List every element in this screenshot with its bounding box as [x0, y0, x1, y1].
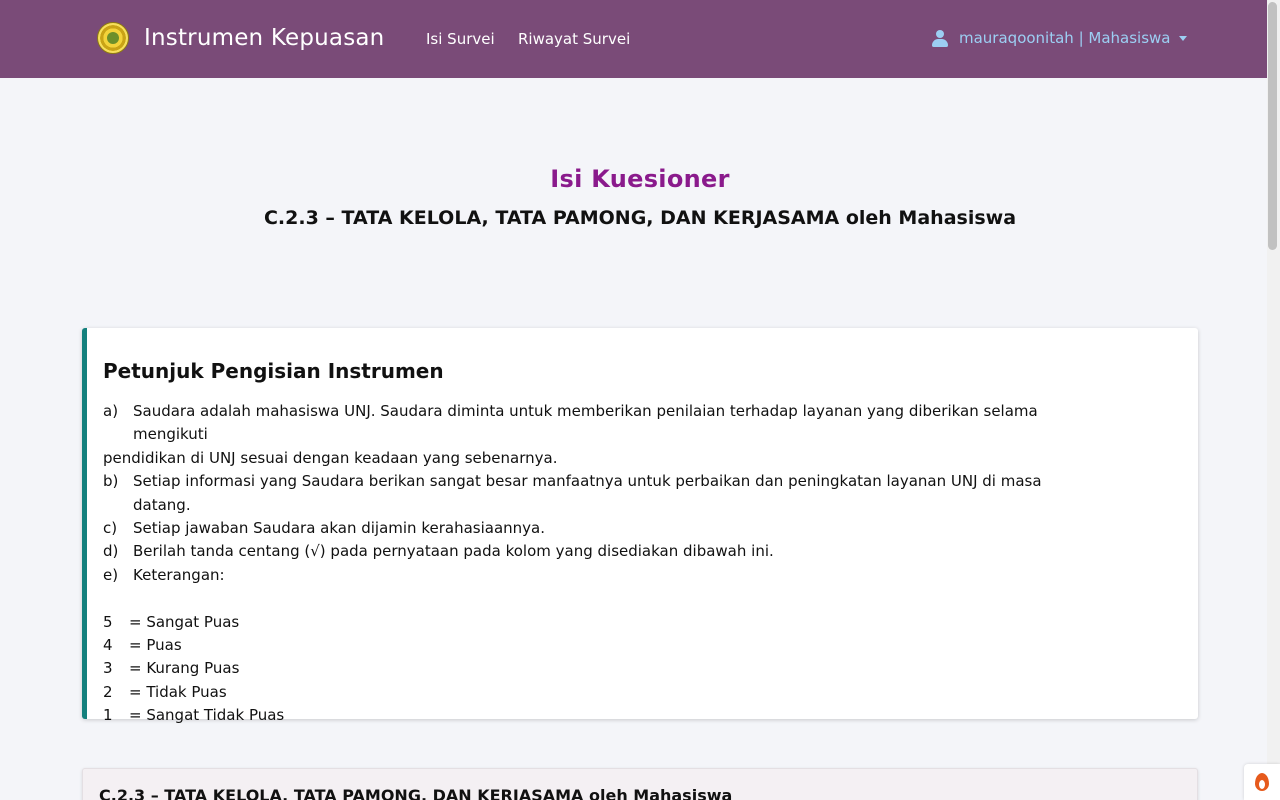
questionnaire-section-card: C.2.3 – TATA KELOLA, TATA PAMONG, DAN KE… — [82, 768, 1198, 800]
scale-item: 4 = Puas — [103, 636, 182, 655]
instructions-card: Petunjuk Pengisian Instrumen a) Saudara … — [82, 328, 1198, 724]
page-subtitle: C.2.3 – TATA KELOLA, TATA PAMONG, DAN KE… — [263, 207, 1017, 229]
scale-item: 5 = Sangat Puas — [103, 612, 240, 631]
instruction-item: d) Berilah tanda centang (√) pada pernya… — [103, 542, 774, 561]
brand[interactable]: Instrumen Kepuasan — [97, 22, 384, 54]
user-menu-dropdown[interactable]: mauraqoonitah | Mahasiswa — [932, 29, 1188, 47]
scale-item: 1 = Sangat Tidak Puas — [103, 706, 285, 725]
instructions-title: Petunjuk Pengisian Instrumen — [103, 359, 444, 383]
debug-toolbar-button[interactable] — [1244, 764, 1280, 800]
caret-down-icon — [1179, 35, 1188, 41]
user-menu-label: mauraqoonitah | Mahasiswa — [959, 29, 1171, 47]
instruction-item: b) Setiap informasi yang Saudara berikan… — [103, 472, 1042, 514]
instructions-list: a) Saudara adalah mahasiswa UNJ. Saudara… — [103, 400, 1103, 728]
instruction-item: c) Setiap jawaban Saudara akan dijamin k… — [103, 519, 545, 538]
university-logo-icon — [97, 22, 129, 54]
user-icon — [932, 29, 948, 47]
instruction-item: e) Keterangan: — [103, 565, 225, 584]
top-navbar: Instrumen Kepuasan Isi Survei Riwayat Su… — [0, 0, 1267, 78]
flame-icon — [1255, 773, 1269, 791]
nav-riwayat-survei[interactable]: Riwayat Survei — [518, 30, 630, 48]
section-title: C.2.3 – TATA KELOLA, TATA PAMONG, DAN KE… — [99, 786, 733, 800]
instruction-item-continued: pendidikan di UNJ sesuai dengan keadaan … — [103, 448, 558, 467]
scale-item: 3 = Kurang Puas — [103, 659, 240, 678]
page-title: Isi Kuesioner — [550, 165, 730, 193]
instruction-item: a) Saudara adalah mahasiswa UNJ. Saudara… — [103, 402, 1038, 444]
nav-isi-survei[interactable]: Isi Survei — [426, 30, 495, 48]
scale-item: 2 = Tidak Puas — [103, 682, 227, 701]
brand-title[interactable]: Instrumen Kepuasan — [144, 25, 384, 51]
